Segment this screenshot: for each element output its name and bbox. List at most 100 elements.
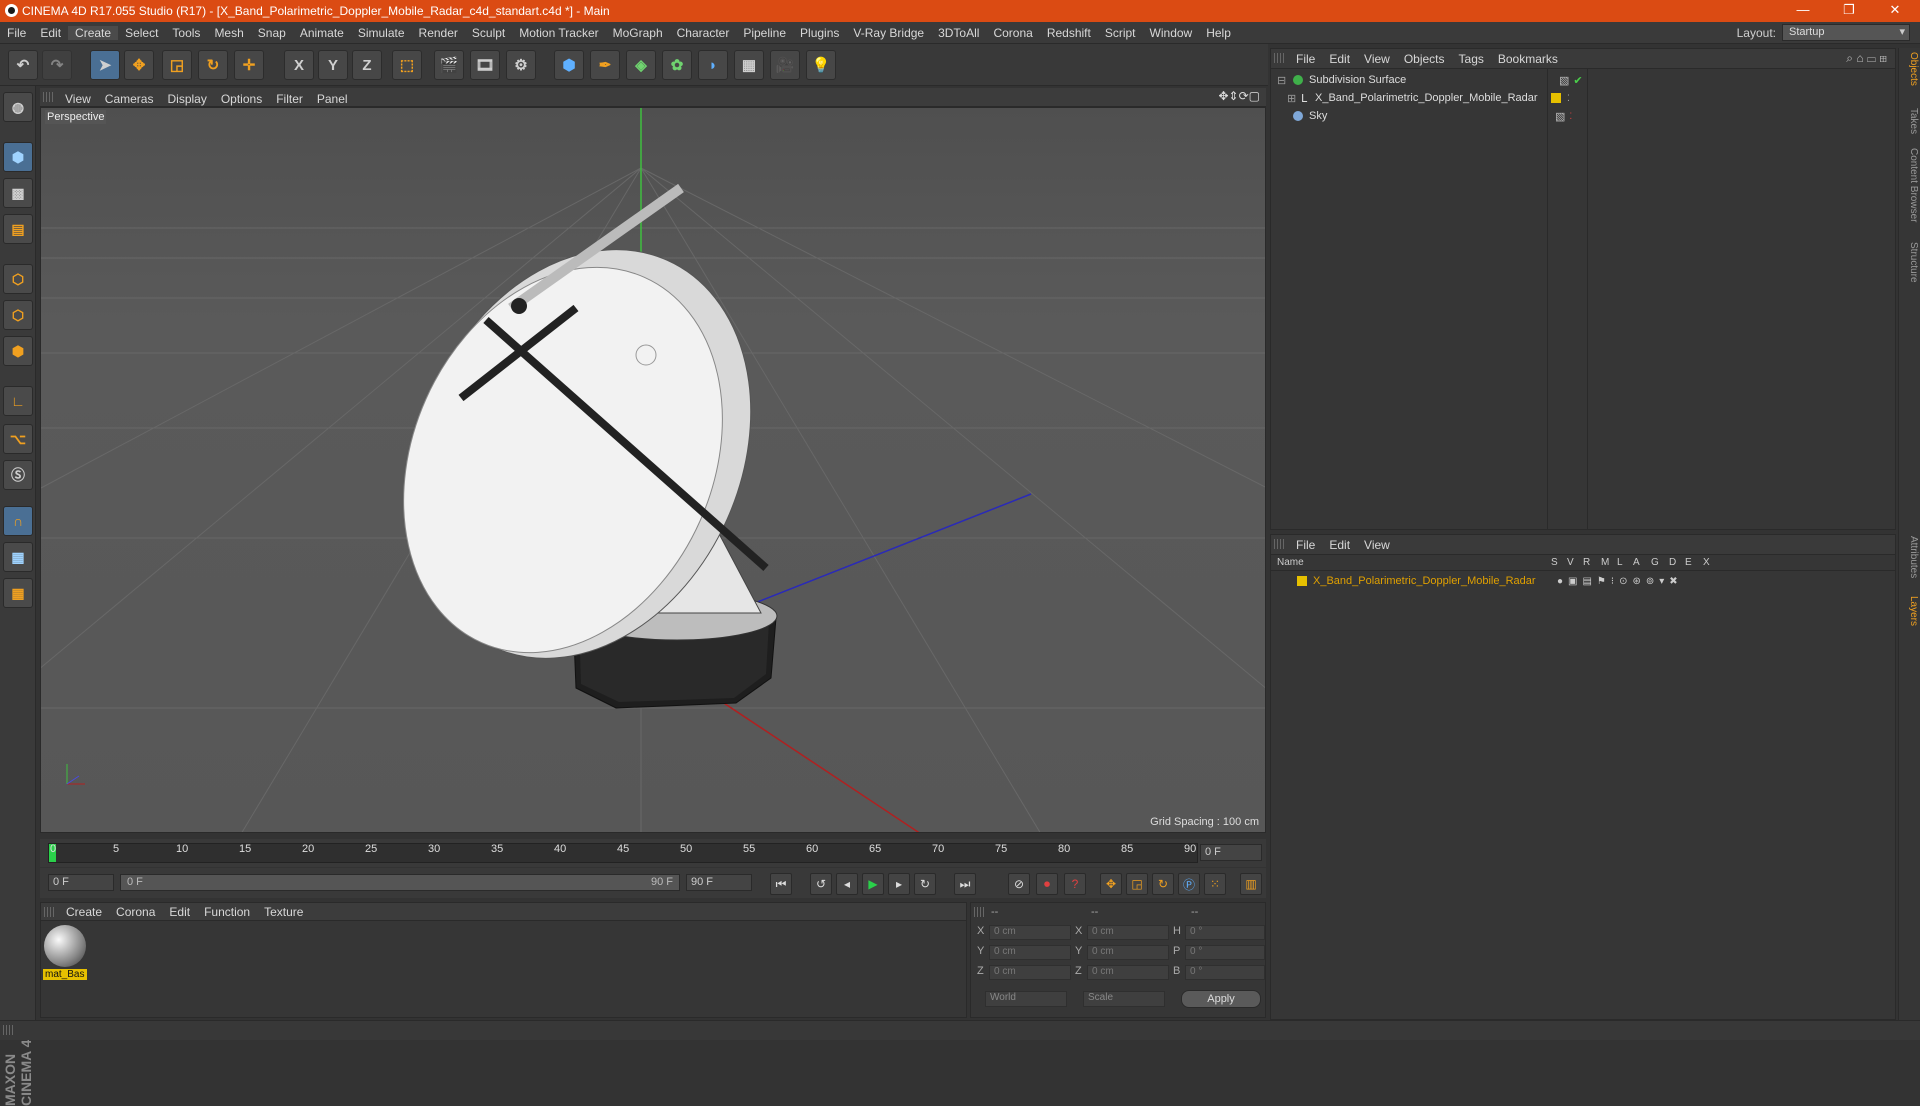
viewport-menu-display[interactable]: Display: [160, 92, 213, 106]
mograph-cloner-button[interactable]: ✿: [662, 50, 692, 80]
workplane-rotate-button[interactable]: ▦: [3, 578, 33, 608]
menu-help[interactable]: Help: [1199, 26, 1238, 40]
viewport-menu-filter[interactable]: Filter: [269, 92, 310, 106]
menu-pipeline[interactable]: Pipeline: [736, 26, 793, 40]
menu-corona[interactable]: Corona: [986, 26, 1039, 40]
frame-range-slider[interactable]: 0 F 90 F: [120, 874, 680, 891]
coord-mode-select[interactable]: Scale: [1083, 991, 1165, 1007]
scale-tool-button[interactable]: ◲: [162, 50, 192, 80]
axis-y-button[interactable]: Y: [318, 50, 348, 80]
object-row-subdivision[interactable]: ⊟ Subdivision Surface ▧ ✔: [1271, 71, 1895, 89]
play-button[interactable]: ▶: [862, 873, 884, 895]
end-frame-field[interactable]: 0 F: [1200, 844, 1262, 861]
object-menu-tags[interactable]: Tags: [1452, 52, 1491, 66]
coord-size-z-field[interactable]: 0 cm: [1087, 965, 1169, 980]
menu-animate[interactable]: Animate: [293, 26, 351, 40]
visibility-editor-icon[interactable]: ▧: [1559, 74, 1569, 87]
axis-z-button[interactable]: Z: [352, 50, 382, 80]
tab-content-browser[interactable]: Content Browser: [1901, 148, 1919, 222]
snap-button[interactable]: Ⓢ: [3, 460, 33, 490]
expand-toggle-icon[interactable]: ⊞: [1287, 92, 1297, 105]
menu-redshift[interactable]: Redshift: [1040, 26, 1098, 40]
menu-plugins[interactable]: Plugins: [793, 26, 846, 40]
coord-space-select[interactable]: World: [985, 991, 1067, 1007]
coord-size-x-field[interactable]: 0 cm: [1087, 925, 1169, 940]
layer-color-swatch[interactable]: [1297, 576, 1307, 586]
key-rotation-button[interactable]: ↻: [1152, 873, 1174, 895]
menu-select[interactable]: Select: [118, 26, 165, 40]
points-mode-button[interactable]: ⬡: [3, 264, 33, 294]
menu-edit[interactable]: Edit: [33, 26, 68, 40]
menu-render[interactable]: Render: [412, 26, 465, 40]
undo-button[interactable]: ↶: [8, 50, 38, 80]
range-end-field[interactable]: 90 F: [686, 874, 752, 891]
transform-tool-button[interactable]: ✛: [234, 50, 264, 80]
coord-rot-b-field[interactable]: 0 °: [1185, 965, 1265, 980]
menu-file[interactable]: File: [0, 26, 33, 40]
tweak-mode-button[interactable]: ⌥: [3, 424, 33, 454]
layer-color-icon[interactable]: [1551, 93, 1561, 103]
coord-size-y-field[interactable]: 0 cm: [1087, 945, 1169, 960]
subdivision-surface-button[interactable]: ◈: [626, 50, 656, 80]
viewport-menu-cameras[interactable]: Cameras: [98, 92, 161, 106]
deformer-button[interactable]: ◗: [698, 50, 728, 80]
prev-frame-button[interactable]: ◂: [836, 873, 858, 895]
panel-grip-icon[interactable]: [44, 907, 54, 917]
coord-rot-p-field[interactable]: 0 °: [1185, 945, 1265, 960]
perspective-viewport[interactable]: Perspective Grid Spacing : 100 cm: [40, 107, 1266, 833]
object-menu-edit[interactable]: Edit: [1322, 52, 1357, 66]
render-picture-viewer-button[interactable]: 🎞: [470, 50, 500, 80]
minimize-button[interactable]: —: [1780, 0, 1826, 22]
enabled-check-icon[interactable]: ✔: [1573, 74, 1582, 87]
move-tool-button[interactable]: ✥: [124, 50, 154, 80]
tab-structure[interactable]: Structure: [1901, 242, 1919, 283]
layer-menu-file[interactable]: File: [1289, 538, 1322, 552]
key-position-button[interactable]: ✥: [1100, 873, 1122, 895]
magnet-button[interactable]: ∩: [3, 506, 33, 536]
rotate-tool-button[interactable]: ↻: [198, 50, 228, 80]
timeline-ruler[interactable]: 0 5 10 15 20 25 30 35 40 45 50 55 60 65 …: [40, 839, 1266, 867]
texture-mode-button[interactable]: ▩: [3, 178, 33, 208]
viewport-nav-icons[interactable]: ✥⇕⟳▢: [1218, 89, 1260, 103]
record-keys-button[interactable]: ⊘: [1008, 873, 1030, 895]
menu-simulate[interactable]: Simulate: [351, 26, 412, 40]
apply-button[interactable]: Apply: [1181, 990, 1261, 1008]
menu-create[interactable]: Create: [68, 26, 119, 40]
pen-spline-button[interactable]: ✒: [590, 50, 620, 80]
render-view-button[interactable]: 🎬: [434, 50, 464, 80]
prev-key-button[interactable]: ↺: [810, 873, 832, 895]
menu-window[interactable]: Window: [1143, 26, 1200, 40]
panel-grip-icon[interactable]: [1274, 53, 1284, 63]
light-button[interactable]: 💡: [806, 50, 836, 80]
panel-grip-icon[interactable]: [43, 92, 53, 102]
menu-mesh[interactable]: Mesh: [207, 26, 250, 40]
axis-x-button[interactable]: X: [284, 50, 314, 80]
object-menu-file[interactable]: File: [1289, 52, 1322, 66]
polygons-mode-button[interactable]: ⬢: [3, 336, 33, 366]
material-menu-texture[interactable]: Texture: [257, 905, 310, 919]
current-frame-field[interactable]: 0 F: [48, 874, 114, 891]
layer-menu-view[interactable]: View: [1357, 538, 1397, 552]
next-frame-button[interactable]: ▸: [888, 873, 910, 895]
layer-flag-icons[interactable]: ●▣▤⚑⁝⊙⊛⊚▾✖: [1557, 576, 1683, 587]
restore-button[interactable]: ❐: [1826, 0, 1872, 22]
menu-vray-bridge[interactable]: V-Ray Bridge: [846, 26, 931, 40]
tab-objects[interactable]: Objects: [1901, 52, 1919, 86]
model-mode-button[interactable]: ⬢: [3, 142, 33, 172]
object-manager-search-home-icons[interactable]: ⌕ ⌂ ▭ ⊞: [1846, 51, 1887, 66]
coord-pos-x-field[interactable]: 0 cm: [989, 925, 1071, 940]
key-parameter-button[interactable]: Ⓟ: [1178, 873, 1200, 895]
select-tool-button[interactable]: ➤: [90, 50, 120, 80]
viewport-menu-panel[interactable]: Panel: [310, 92, 355, 106]
key-scale-button[interactable]: ◲: [1126, 873, 1148, 895]
coord-pos-z-field[interactable]: 0 cm: [989, 965, 1071, 980]
material-menu-edit[interactable]: Edit: [162, 905, 197, 919]
tab-layers[interactable]: Layers: [1901, 596, 1919, 626]
tab-takes[interactable]: Takes: [1901, 108, 1919, 134]
floor-button[interactable]: ▦: [734, 50, 764, 80]
goto-end-button[interactable]: ⏭: [954, 873, 976, 895]
object-menu-view[interactable]: View: [1357, 52, 1397, 66]
material-menu-function[interactable]: Function: [197, 905, 257, 919]
axis-mode-button[interactable]: ∟: [3, 386, 33, 416]
menu-tools[interactable]: Tools: [165, 26, 207, 40]
